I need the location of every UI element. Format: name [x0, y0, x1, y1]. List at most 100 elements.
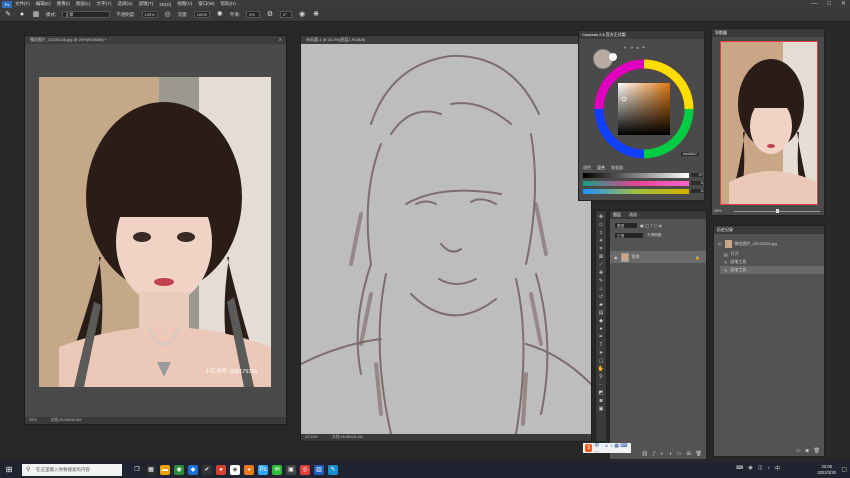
menu-view[interactable]: 视图(V)	[177, 1, 192, 7]
healing-brush-tool-icon[interactable]: ✚	[598, 270, 605, 276]
tab-tone[interactable]: 调色	[583, 165, 591, 171]
ime-logo-icon[interactable]: S	[585, 444, 593, 452]
wechat-icon[interactable]: ✉	[272, 465, 282, 475]
shape-tool-icon[interactable]: ▢	[598, 358, 605, 364]
delete-state-trash-icon[interactable]: 🗑	[814, 448, 820, 454]
app-icon-dark[interactable]: ▣	[286, 465, 296, 475]
pressure-opacity-icon[interactable]: ◎	[164, 11, 172, 19]
document-tab-photo[interactable]: 微信图片_20230226.jpg @ 25%(RGB/8#) * ✕	[25, 36, 286, 44]
link-layers-icon[interactable]: ⛓	[642, 451, 648, 457]
dodge-tool-icon[interactable]: ●	[598, 326, 605, 332]
brush-tool-icon[interactable]: ✎	[4, 11, 12, 19]
clock[interactable]: 22:05 2022/3/30	[817, 464, 836, 476]
brightness-value[interactable]: 57	[691, 173, 703, 177]
visibility-eye-icon[interactable]: ◉	[614, 255, 618, 260]
color-wheel[interactable]	[594, 59, 694, 159]
wheel-mode-icon[interactable]: ◐	[624, 45, 627, 51]
smooth-field[interactable]: 0%	[246, 11, 261, 18]
history-brush-tool-icon[interactable]: ↺	[598, 294, 605, 300]
app-icon-blue[interactable]: ◆	[188, 465, 198, 475]
triangle-mode-icon[interactable]: ◑	[630, 45, 633, 51]
tray-app-icon[interactable]: ◉	[748, 465, 752, 472]
app-icon-blue-3[interactable]: ✎	[328, 465, 338, 475]
hue-slider[interactable]	[583, 181, 689, 186]
crop-tool-icon[interactable]: ⌗	[598, 246, 605, 252]
close-button[interactable]: ✕	[841, 0, 846, 8]
menu-edit[interactable]: 编辑(E)	[36, 1, 51, 7]
quick-mask-icon[interactable]: ◙	[598, 398, 605, 404]
history-snapshot[interactable]: ☑ 微信图片_20230226.jpg	[714, 238, 824, 249]
group-folder-icon[interactable]: ▭	[677, 451, 682, 457]
more-tools-icon[interactable]: ⋯	[598, 382, 605, 388]
app-icon-orange[interactable]: ◕	[244, 465, 254, 475]
saturation-value[interactable]: 8	[691, 189, 703, 193]
gradient-tool-icon[interactable]: ▤	[598, 310, 605, 316]
notification-icon[interactable]: ▢	[841, 466, 847, 473]
screen-mode-icon[interactable]: ▣	[598, 406, 605, 412]
minimize-button[interactable]: —	[811, 0, 817, 8]
marquee-tool-icon[interactable]: ▭	[598, 222, 605, 228]
clone-stamp-tool-icon[interactable]: ⊥	[598, 286, 605, 292]
history-item-open[interactable]: ▤ 打开	[720, 250, 824, 258]
filter-icons[interactable]: ▣ ◯ T ▢ ◈	[640, 223, 662, 228]
delete-trash-icon[interactable]: 🗑	[696, 451, 702, 457]
history-tab[interactable]: 历史记录	[717, 227, 733, 233]
file-explorer-icon[interactable]: ▬	[160, 465, 170, 475]
brush-tool-icon[interactable]: ✎	[598, 278, 605, 284]
layer-blend-mode-select[interactable]: 正常	[614, 232, 644, 239]
menu-window[interactable]: 窗口(W)	[198, 1, 214, 7]
zoom-readout[interactable]: 25%	[29, 417, 37, 424]
mode-select[interactable]: 正常	[62, 11, 111, 18]
menu-type[interactable]: 文字(Y)	[97, 1, 112, 7]
keyboard-icon[interactable]: ⌨	[736, 465, 743, 472]
brightness-slider[interactable]	[583, 173, 689, 178]
app-icon-check[interactable]: ✔	[202, 465, 212, 475]
app-icon-white[interactable]: ◈	[230, 465, 240, 475]
brush-preset-icon[interactable]: ●	[18, 11, 26, 19]
windows-start-icon[interactable]: ⊞	[4, 465, 14, 475]
eraser-tool-icon[interactable]: ▰	[598, 302, 605, 308]
hue-value[interactable]: 8	[691, 181, 703, 185]
menu-layer[interactable]: 图层(L)	[76, 1, 91, 7]
lasso-tool-icon[interactable]: ↄ	[598, 230, 605, 236]
blur-tool-icon[interactable]: ◆	[598, 318, 605, 324]
pressure-size-icon[interactable]: ◉	[298, 11, 306, 19]
menu-3d[interactable]: 3D(D)	[159, 2, 171, 7]
menu-help[interactable]: 帮助(H)	[221, 1, 236, 7]
lock-icon[interactable]: 🔒	[695, 255, 700, 260]
canvas-zoom-readout[interactable]: 33.33%	[305, 434, 318, 441]
frame-tool-icon[interactable]: ⊠	[598, 254, 605, 260]
navigator-zoom-thumb[interactable]	[776, 209, 779, 213]
pen-tool-icon[interactable]: ✒	[598, 334, 605, 340]
history-item-brush-1[interactable]: ✎ 画笔工具	[720, 258, 824, 266]
history-item-brush-2[interactable]: ✎ 画笔工具	[720, 266, 824, 274]
symmetry-icon[interactable]: ❋	[312, 11, 320, 19]
saturation-slider[interactable]	[583, 189, 689, 194]
adjustment-icon[interactable]: ◑	[669, 451, 672, 457]
tab-mix[interactable]: 混合	[597, 165, 605, 171]
tab-channels[interactable]: 通道	[629, 212, 637, 218]
layer-row-background[interactable]: ◉ 背景 🔒	[610, 251, 706, 263]
fx-icon[interactable]: ƒ	[653, 451, 656, 457]
tab-gradient[interactable]: 渐变器	[611, 165, 623, 171]
network-icon[interactable]: ◫	[758, 465, 763, 472]
square-mode-icon[interactable]: ◒	[636, 45, 639, 51]
chrome-icon[interactable]: ◉	[174, 465, 184, 475]
mask-icon[interactable]: ◐	[661, 451, 664, 457]
tab-layers[interactable]: 图层	[613, 212, 621, 218]
ime-mode-icons[interactable]: 中 · ☺ ♪ ▦ ⌨ ⋯	[594, 442, 631, 455]
brush-settings-icon[interactable]: ▦	[32, 11, 40, 19]
zoom-tool-icon[interactable]: ⚲	[598, 374, 605, 380]
opacity-field[interactable]: 100%	[141, 11, 158, 18]
snapshot-checkbox[interactable]: ☑	[718, 241, 722, 246]
photoshop-taskbar-icon[interactable]: Ps	[258, 465, 268, 475]
document-tab-canvas[interactable]: 未标题-1 @ 33.3%(图层1,RGB/8) ✕	[301, 36, 591, 44]
eyedropper-tool-icon[interactable]: ⟋	[598, 262, 605, 268]
volume-icon[interactable]: ♪	[767, 465, 770, 472]
navigator-tab[interactable]: 导航器	[715, 30, 727, 36]
type-tool-icon[interactable]: T	[598, 342, 605, 348]
app-icon-1[interactable]: ▦	[146, 465, 156, 475]
hex-value[interactable]: #d4d8d7	[681, 152, 699, 156]
move-tool-icon[interactable]: ✥	[598, 214, 605, 220]
app-icon-red-2[interactable]: ◎	[300, 465, 310, 475]
